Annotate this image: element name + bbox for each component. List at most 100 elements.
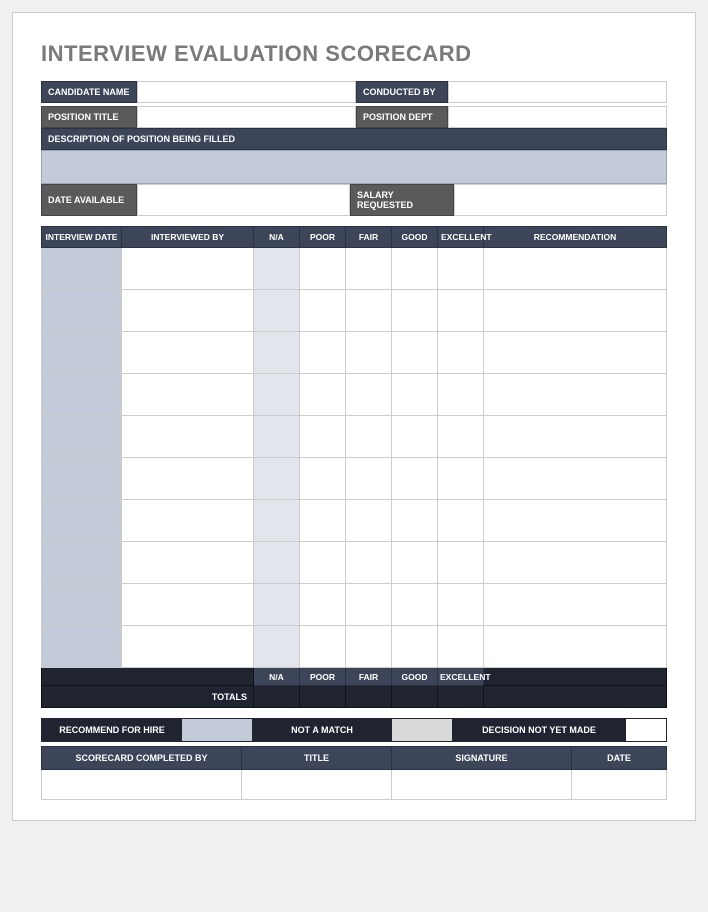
cell-excellent[interactable] xyxy=(438,332,484,374)
input-dept[interactable] xyxy=(448,106,667,128)
cell-fair[interactable] xyxy=(346,416,392,458)
cell-rec[interactable] xyxy=(484,290,667,332)
cell-by[interactable] xyxy=(122,290,254,332)
cell-rec[interactable] xyxy=(484,626,667,668)
cell-good[interactable] xyxy=(392,248,438,290)
cell-good[interactable] xyxy=(392,290,438,332)
input-conducted[interactable] xyxy=(448,81,667,103)
cell-na[interactable] xyxy=(254,500,300,542)
cell-excellent[interactable] xyxy=(438,290,484,332)
cell-poor[interactable] xyxy=(300,416,346,458)
cell-rec[interactable] xyxy=(484,332,667,374)
input-sig-date[interactable] xyxy=(572,770,667,800)
cell-excellent[interactable] xyxy=(438,500,484,542)
cell-poor[interactable] xyxy=(300,626,346,668)
cell-date[interactable] xyxy=(42,500,122,542)
cell-poor[interactable] xyxy=(300,374,346,416)
input-position[interactable] xyxy=(137,106,356,128)
cell-excellent[interactable] xyxy=(438,542,484,584)
cell-na[interactable] xyxy=(254,542,300,584)
cell-fair[interactable] xyxy=(346,584,392,626)
check-notyet[interactable] xyxy=(626,719,666,741)
cell-date[interactable] xyxy=(42,416,122,458)
cell-rec[interactable] xyxy=(484,416,667,458)
input-candidate[interactable] xyxy=(137,81,356,103)
cell-by[interactable] xyxy=(122,374,254,416)
input-sig-title[interactable] xyxy=(242,770,392,800)
cell-na[interactable] xyxy=(254,416,300,458)
cell-good[interactable] xyxy=(392,332,438,374)
cell-date[interactable] xyxy=(42,290,122,332)
cell-rec[interactable] xyxy=(484,248,667,290)
cell-poor[interactable] xyxy=(300,458,346,500)
cell-fair[interactable] xyxy=(346,374,392,416)
cell-fair[interactable] xyxy=(346,626,392,668)
cell-good[interactable] xyxy=(392,458,438,500)
cell-date[interactable] xyxy=(42,542,122,584)
cell-fair[interactable] xyxy=(346,290,392,332)
cell-date[interactable] xyxy=(42,458,122,500)
input-signature[interactable] xyxy=(392,770,572,800)
cell-fair[interactable] xyxy=(346,542,392,584)
cell-na[interactable] xyxy=(254,374,300,416)
total-na[interactable] xyxy=(254,686,300,708)
input-date-available[interactable] xyxy=(137,184,350,216)
cell-by[interactable] xyxy=(122,458,254,500)
cell-good[interactable] xyxy=(392,584,438,626)
cell-by[interactable] xyxy=(122,626,254,668)
cell-poor[interactable] xyxy=(300,332,346,374)
cell-good[interactable] xyxy=(392,416,438,458)
cell-rec[interactable] xyxy=(484,542,667,584)
input-description[interactable] xyxy=(41,150,667,184)
cell-good[interactable] xyxy=(392,374,438,416)
total-poor[interactable] xyxy=(300,686,346,708)
cell-date[interactable] xyxy=(42,374,122,416)
cell-date[interactable] xyxy=(42,332,122,374)
cell-by[interactable] xyxy=(122,248,254,290)
cell-fair[interactable] xyxy=(346,248,392,290)
cell-na[interactable] xyxy=(254,584,300,626)
cell-rec[interactable] xyxy=(484,374,667,416)
cell-by[interactable] xyxy=(122,416,254,458)
cell-date[interactable] xyxy=(42,626,122,668)
cell-poor[interactable] xyxy=(300,290,346,332)
cell-poor[interactable] xyxy=(300,542,346,584)
cell-na[interactable] xyxy=(254,626,300,668)
cell-rec[interactable] xyxy=(484,500,667,542)
cell-poor[interactable] xyxy=(300,584,346,626)
cell-excellent[interactable] xyxy=(438,584,484,626)
total-good[interactable] xyxy=(392,686,438,708)
cell-excellent[interactable] xyxy=(438,626,484,668)
ft-good: GOOD xyxy=(392,668,438,686)
cell-poor[interactable] xyxy=(300,248,346,290)
cell-by[interactable] xyxy=(122,500,254,542)
cell-fair[interactable] xyxy=(346,500,392,542)
cell-fair[interactable] xyxy=(346,458,392,500)
cell-excellent[interactable] xyxy=(438,458,484,500)
cell-excellent[interactable] xyxy=(438,248,484,290)
check-recommend[interactable] xyxy=(182,719,252,741)
cell-na[interactable] xyxy=(254,248,300,290)
input-completed-by[interactable] xyxy=(42,770,242,800)
cell-by[interactable] xyxy=(122,332,254,374)
cell-good[interactable] xyxy=(392,500,438,542)
cell-rec[interactable] xyxy=(484,458,667,500)
input-salary[interactable] xyxy=(454,184,667,216)
cell-na[interactable] xyxy=(254,290,300,332)
check-notmatch[interactable] xyxy=(392,719,452,741)
cell-poor[interactable] xyxy=(300,500,346,542)
cell-good[interactable] xyxy=(392,626,438,668)
cell-excellent[interactable] xyxy=(438,374,484,416)
total-excellent[interactable] xyxy=(438,686,484,708)
cell-by[interactable] xyxy=(122,542,254,584)
cell-date[interactable] xyxy=(42,248,122,290)
cell-by[interactable] xyxy=(122,584,254,626)
cell-excellent[interactable] xyxy=(438,416,484,458)
cell-na[interactable] xyxy=(254,332,300,374)
cell-na[interactable] xyxy=(254,458,300,500)
cell-fair[interactable] xyxy=(346,332,392,374)
cell-good[interactable] xyxy=(392,542,438,584)
cell-rec[interactable] xyxy=(484,584,667,626)
cell-date[interactable] xyxy=(42,584,122,626)
total-fair[interactable] xyxy=(346,686,392,708)
